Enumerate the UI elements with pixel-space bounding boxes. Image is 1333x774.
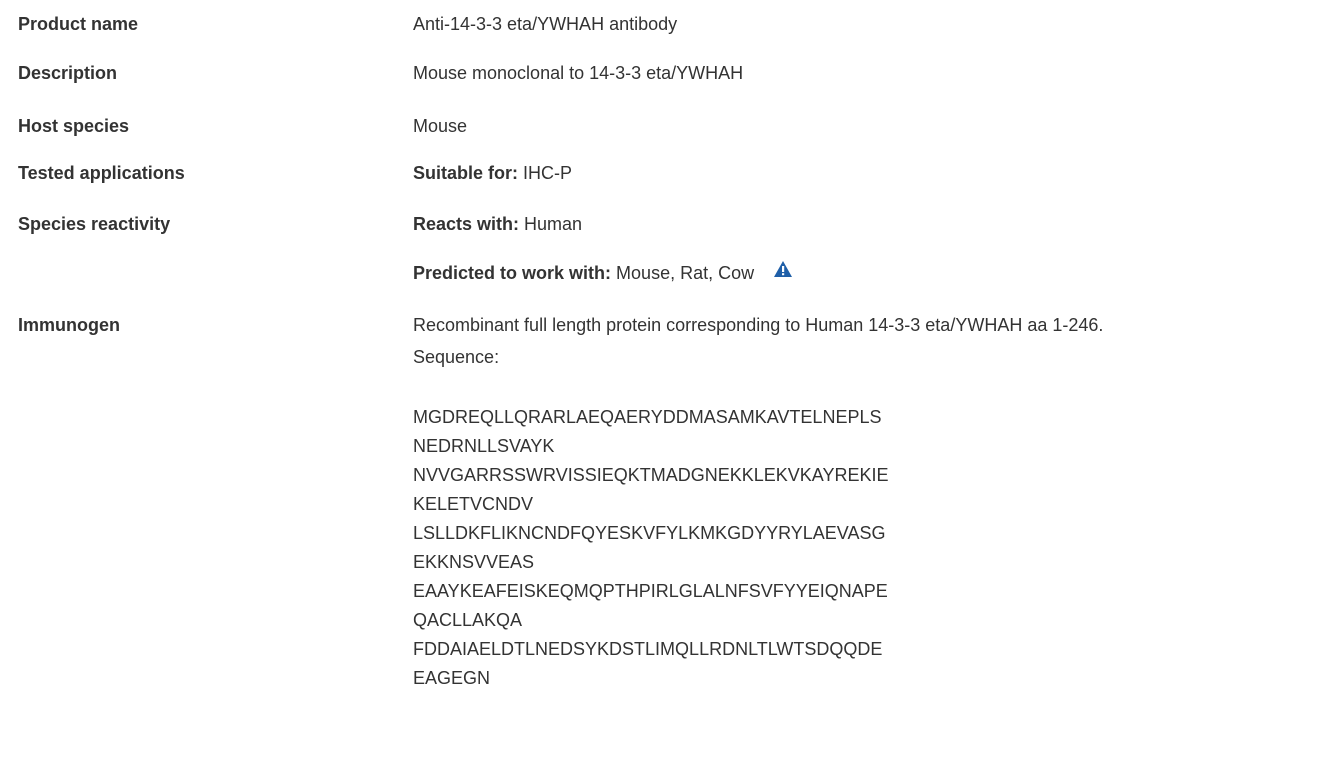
- value-immunogen-line2: Sequence:: [413, 347, 500, 367]
- reacts-with-prefix: Reacts with:: [413, 214, 520, 234]
- value-host-species: Mouse: [413, 116, 468, 136]
- value-immunogen-line1: Recombinant full length protein correspo…: [413, 315, 1104, 335]
- value-product-name: Anti-14-3-3 eta/YWHAH antibody: [413, 14, 678, 34]
- predicted-prefix: Predicted to work with:: [413, 263, 612, 283]
- value-reacts-with: Reacts with: Human: [413, 212, 582, 236]
- sequence-line: LSLLDKFLIKNCNDFQYESKVFYLKMKGDYYRYLAEVASG: [413, 523, 886, 543]
- value-description: Mouse monoclonal to 14-3-3 eta/YWHAH: [413, 63, 744, 83]
- label-description: Description: [18, 63, 118, 83]
- label-host-species: Host species: [18, 116, 130, 136]
- datasheet: Product name Anti-14-3-3 eta/YWHAH antib…: [0, 0, 1333, 774]
- suitable-for-prefix: Suitable for:: [413, 163, 519, 183]
- suitable-for-value: IHC-P: [523, 163, 573, 183]
- sequence-line: EAAYKEAFEISKEQMQPTHPIRLGLALNFSVFYYEIQNAP…: [413, 581, 888, 601]
- sequence-line: QACLLAKQA: [413, 610, 523, 630]
- sequence-line: FDDAIAELDTLNEDSYKDSTLIMQLLRDNLTLWTSDQQDE: [413, 639, 883, 659]
- label-immunogen: Immunogen: [18, 315, 120, 335]
- reacts-with-value: Human: [524, 214, 583, 234]
- sequence-line: EAGEGN: [413, 668, 491, 688]
- sequence-line: NEDRNLLSVAYK: [413, 436, 555, 456]
- label-species-reactivity: Species reactivity: [18, 214, 171, 234]
- sequence-line: EKKNSVVEAS: [413, 552, 535, 572]
- sequence-block: MGDREQLLQRARLAEQAERYDDMASAMKAVTELNEPLS N…: [413, 403, 888, 693]
- sequence-line: MGDREQLLQRARLAEQAERYDDMASAMKAVTELNEPLS: [413, 407, 882, 427]
- value-predicted-species: Predicted to work with: Mouse, Rat, Cow: [413, 261, 793, 285]
- sequence-line: KELETVCNDV: [413, 494, 534, 514]
- sequence-line: NVVGARRSSWRVISSIEQKTMADGNEKKLEKVKAYREKIE: [413, 465, 889, 485]
- label-tested-applications: Tested applications: [18, 163, 185, 183]
- label-product-name: Product name: [18, 14, 139, 34]
- predicted-value: Mouse, Rat, Cow: [616, 263, 755, 283]
- value-tested-applications: Suitable for: IHC-P: [413, 161, 572, 185]
- warning-triangle-icon[interactable]: [773, 260, 793, 278]
